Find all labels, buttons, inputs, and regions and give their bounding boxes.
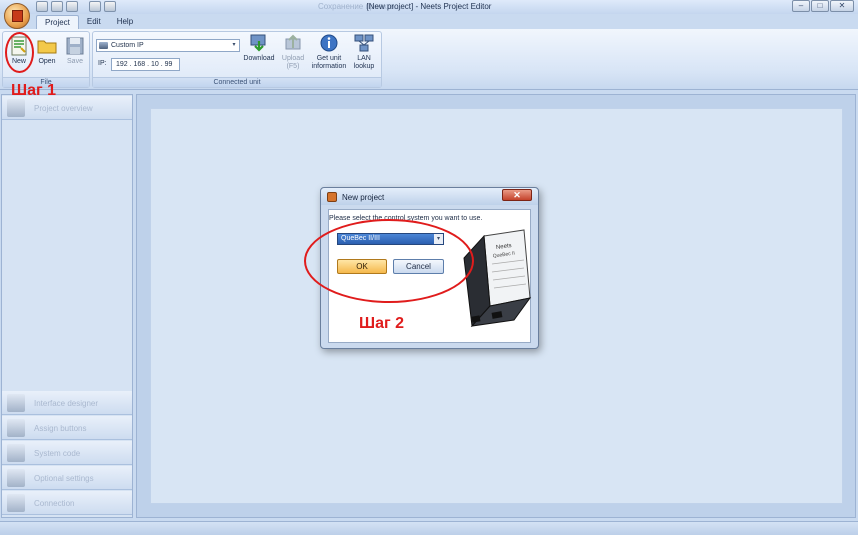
system-code-icon [7, 444, 25, 462]
sidebar-item-system-code[interactable]: System code [2, 441, 132, 465]
ip-address-input[interactable]: 192 . 168 . 10 . 99 [111, 58, 180, 71]
dialog-close-button[interactable]: ✕ [502, 189, 532, 201]
maximize-button[interactable]: □ [811, 0, 829, 12]
window-controls: – □ ✕ [792, 0, 854, 12]
sidebar-item-label: Optional settings [34, 474, 94, 483]
sidebar-item-interface-designer[interactable]: Interface designer [2, 391, 132, 415]
tab-project[interactable]: Project [36, 15, 79, 30]
connection-icon [7, 494, 25, 512]
upload-icon [285, 34, 301, 50]
connection-type-dropdown[interactable]: Custom IP ▾ [96, 39, 240, 52]
annotation-circle-step-1 [5, 32, 34, 73]
left-navigation-panel: Project overview Interface designer Assi… [1, 94, 133, 518]
dialog-title: New project [342, 193, 385, 202]
application-menu-button[interactable] [4, 3, 30, 29]
network-cable-icon [99, 42, 108, 49]
lan-label-2: lookup [353, 63, 375, 70]
upload-label: Upload [281, 55, 305, 62]
folder-icon [37, 40, 57, 54]
interface-designer-icon [7, 394, 25, 412]
status-bar [0, 521, 858, 535]
open-button-label: Open [38, 58, 56, 65]
lan-lookup-button[interactable]: LAN lookup [350, 33, 378, 71]
get-info-label-2: information [311, 63, 347, 70]
annotation-step-1: Шаг 1 [11, 82, 56, 99]
minimize-button[interactable]: – [792, 0, 810, 12]
ribbon: New Open Save File Connected unit Custom… [0, 29, 858, 90]
assign-buttons-icon [7, 419, 25, 437]
app-logo-icon [12, 10, 23, 22]
save-button-label: Save [67, 58, 83, 65]
tab-help[interactable]: Help [109, 15, 141, 30]
annotation-circle-step-2 [304, 219, 474, 303]
sidebar-item-assign-buttons[interactable]: Assign buttons [2, 416, 132, 440]
sidebar-item-label: Project overview [34, 104, 93, 113]
project-overview-icon [7, 99, 25, 117]
sidebar-item-label: System code [34, 449, 81, 458]
download-label: Download [243, 55, 275, 62]
lan-label: LAN [357, 55, 371, 62]
dialog-title-bar: New project ✕ [321, 188, 538, 205]
optional-settings-icon [7, 469, 25, 487]
sidebar-item-label: Assign buttons [34, 424, 87, 433]
sidebar-item-label: Connection [34, 499, 75, 508]
ip-label: IP: [98, 60, 107, 67]
download-button[interactable]: Download [242, 33, 276, 63]
title-bar: Сохранение проекта... [New project] - Ne… [0, 0, 858, 14]
get-unit-information-button[interactable]: Get unit information [310, 33, 348, 71]
download-icon [250, 34, 266, 52]
close-button[interactable]: ✕ [830, 0, 854, 12]
quebec-device-image: Neets QueBec II [463, 229, 532, 328]
window-title: [New project] - Neets Project Editor [366, 2, 492, 11]
sidebar-item-optional-settings[interactable]: Optional settings [2, 466, 132, 490]
ribbon-tabs: Project Edit Help [36, 15, 141, 30]
get-info-label: Get unit [316, 55, 342, 62]
info-icon [320, 34, 338, 52]
lan-network-icon [354, 34, 374, 52]
sidebar-item-connection[interactable]: Connection [2, 491, 132, 515]
connected-unit-label: Connected unit [93, 77, 381, 87]
dialog-app-icon [327, 192, 337, 202]
connection-type-value: Custom IP [111, 42, 144, 49]
tab-edit[interactable]: Edit [79, 15, 109, 30]
annotation-step-2: Шаг 2 [359, 315, 404, 332]
floppy-disk-icon [66, 37, 84, 55]
open-button[interactable]: Open [33, 36, 61, 66]
upload-shortcut: (F5) [286, 63, 300, 70]
save-button[interactable]: Save [61, 36, 89, 66]
chevron-down-icon: ▾ [232, 42, 236, 48]
sidebar-item-label: Interface designer [34, 399, 99, 408]
upload-button[interactable]: Upload (F5) [279, 33, 307, 71]
